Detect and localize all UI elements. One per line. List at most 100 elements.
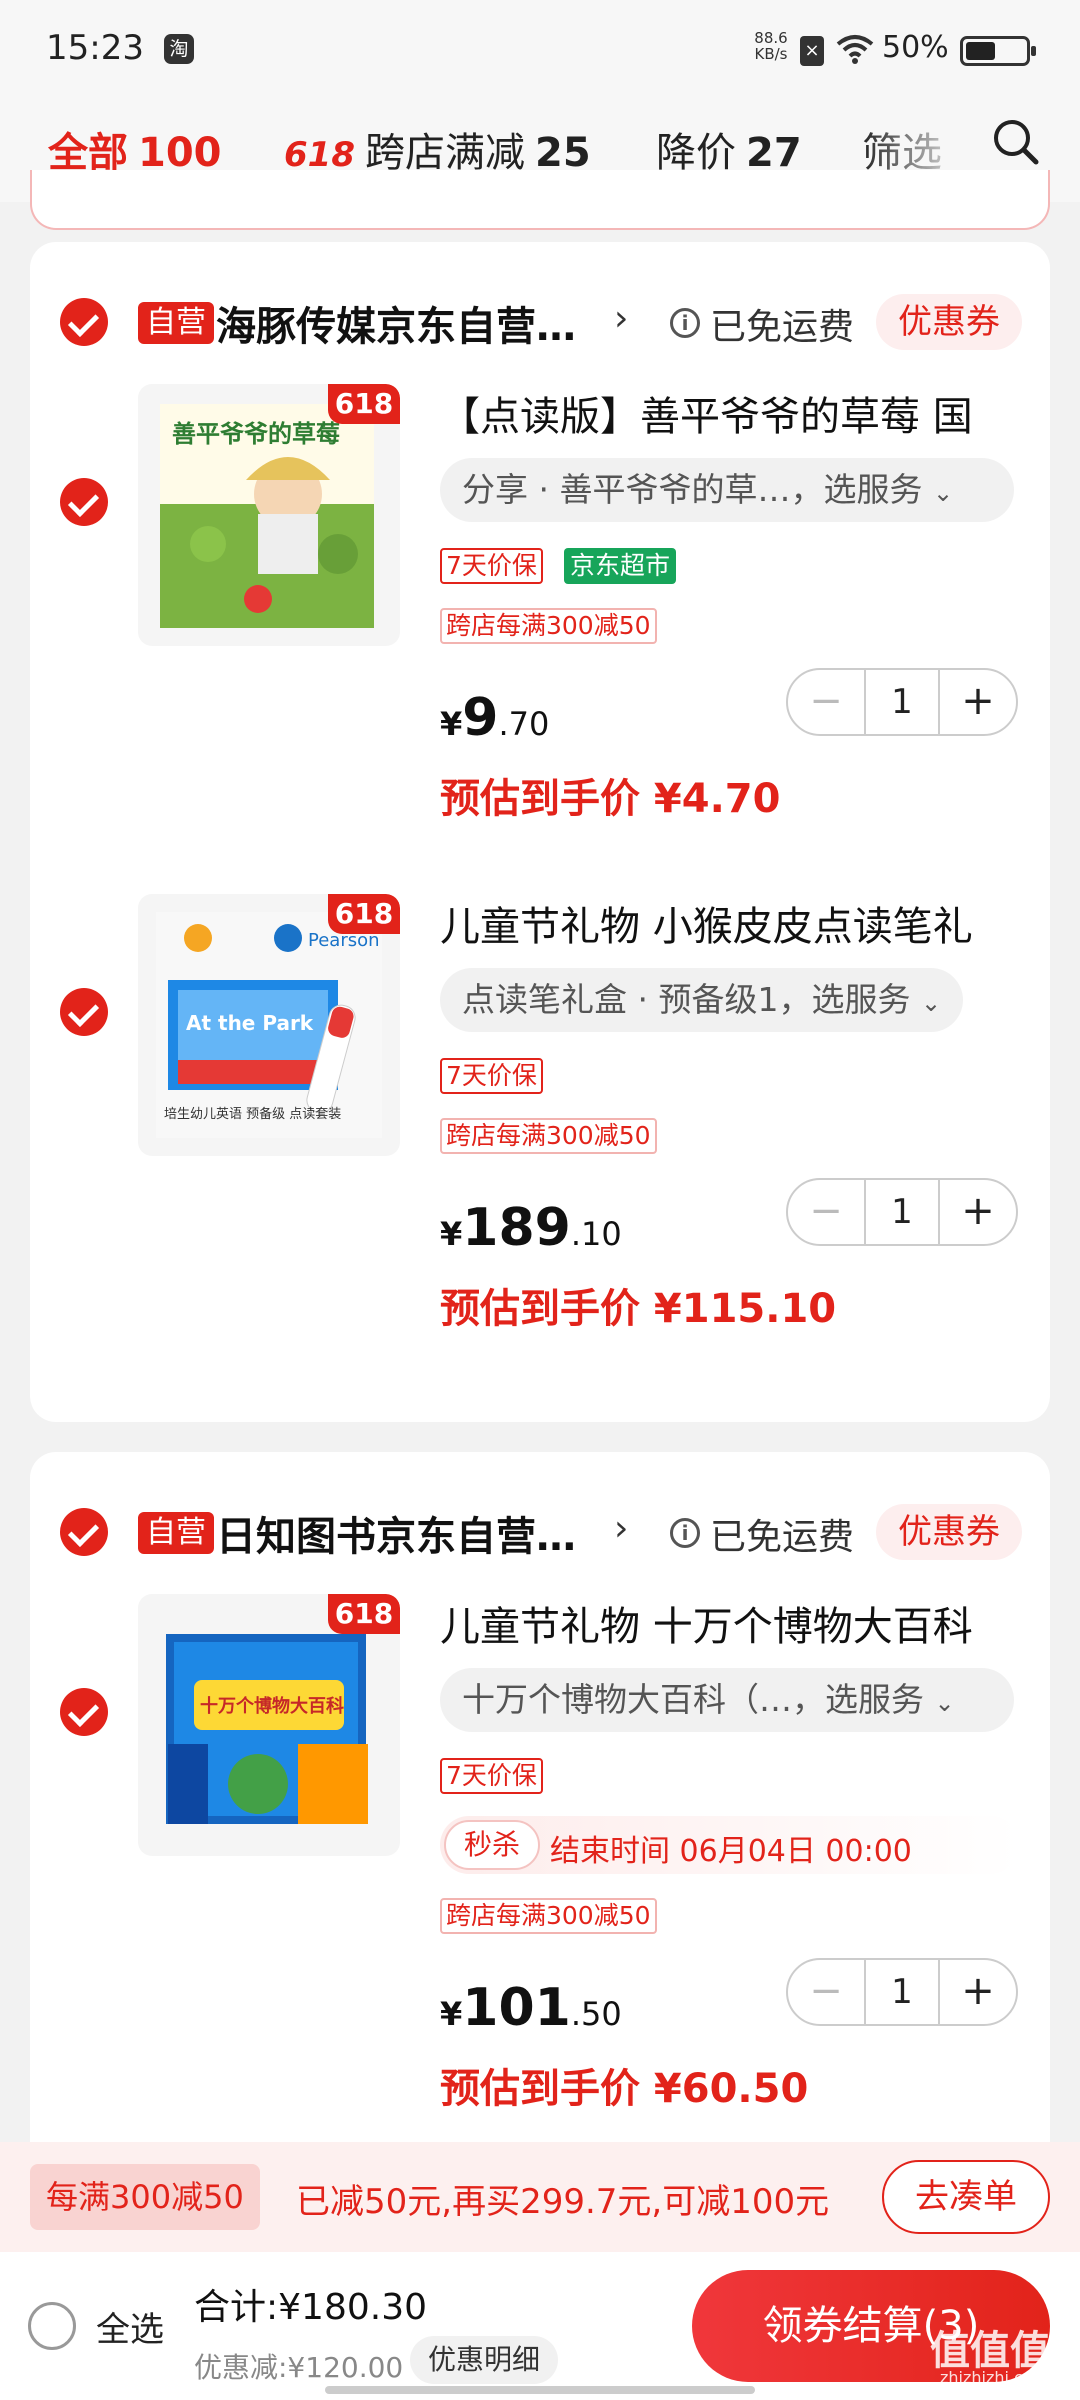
info-icon[interactable]: i	[670, 1518, 700, 1548]
618-badge: 618	[328, 384, 400, 424]
price-integer: 101	[462, 1978, 571, 2038]
estimated-price: 预估到手价 ¥60.50	[440, 2066, 809, 2112]
status-time: 15:23	[46, 28, 144, 68]
spec-selector[interactable]: 十万个博物大百科（…，选服务 ⌄	[440, 1668, 1014, 1732]
increment-button[interactable]: +	[940, 1960, 1016, 2024]
shipping-status: 已免运费	[710, 1517, 855, 1558]
battery-percent: 50%	[882, 30, 949, 65]
price-decimal: .10	[570, 1215, 622, 1253]
shop-header: 自营 日知图书京东自营… › i 已免运费 优惠券	[30, 1452, 1050, 1560]
cross-store-promo-tag: 跨店每满300减50	[440, 1898, 657, 1934]
price-decimal: .50	[570, 1995, 622, 2033]
coupon-button[interactable]: 优惠券	[876, 1504, 1022, 1560]
flash-sale-label: 秒杀	[444, 1820, 540, 1870]
shop-card: 自营 日知图书京东自营… › i 已免运费 优惠券 十万个博物大百科 618 儿…	[30, 1452, 1050, 2172]
product-title[interactable]: 【点读版】善平爷爷的草莓 国	[440, 384, 1010, 442]
quantity-value[interactable]: 1	[864, 1960, 940, 2024]
increment-button[interactable]: +	[940, 670, 1016, 734]
promo-progress-text: 已减50元,再买299.7元,可减100元	[296, 2182, 830, 2222]
discount-amount: 优惠减:¥120.00	[194, 2351, 404, 2384]
price-protect-tag: 7天价保	[440, 1058, 543, 1094]
no-sim-icon: ×	[800, 36, 824, 66]
chevron-down-icon: ⌄	[934, 1689, 955, 1717]
total-price: 合计:¥180.30	[194, 2287, 427, 2328]
flash-sale-bar: 秒杀 结束时间 06月04日 00:00	[440, 1816, 1020, 1874]
price-integer: 9	[462, 688, 499, 748]
discount-detail-button[interactable]: 优惠明细	[410, 2336, 559, 2384]
price-protect-tag: 7天价保	[440, 548, 543, 584]
book-cover-title: 善平爷爷的草莓	[172, 420, 340, 448]
decrement-button[interactable]: −	[788, 1180, 864, 1244]
shop-checkbox[interactable]	[60, 1508, 108, 1556]
watermark-url: zhizhizhi.com	[940, 2368, 1049, 2387]
product-price: ¥101.50	[440, 1978, 622, 2038]
checkout-bar: 全选 合计:¥180.30 优惠减:¥120.00 优惠明细 领券结算(3)	[0, 2252, 1080, 2400]
estimated-price: 预估到手价 ¥4.70	[440, 776, 781, 822]
promo-bar: 每满300减50 已减50元,再买299.7元,可减100元 去凑单	[0, 2142, 1080, 2252]
estimated-price: 预估到手价 ¥115.10	[440, 1286, 837, 1332]
product-title[interactable]: 儿童节礼物 小猴皮皮点读笔礼	[440, 894, 1010, 952]
item-checkbox[interactable]	[60, 478, 108, 526]
shipping-status: 已免运费	[710, 307, 855, 348]
chevron-down-icon: ⌄	[920, 989, 942, 1017]
shop-name[interactable]: 海豚传媒京东自营…	[216, 294, 576, 352]
coupon-button[interactable]: 优惠券	[876, 294, 1022, 350]
wifi-icon	[836, 35, 874, 64]
decrement-button[interactable]: −	[788, 1960, 864, 2024]
self-operated-badge: 自营	[138, 1512, 214, 1554]
chevron-right-icon[interactable]: ›	[614, 298, 628, 339]
battery-icon	[960, 36, 1036, 66]
chevron-right-icon[interactable]: ›	[614, 1508, 628, 1549]
618-badge: 618	[328, 894, 400, 934]
item-checkbox[interactable]	[60, 988, 108, 1036]
item-checkbox[interactable]	[60, 1688, 108, 1736]
self-operated-badge: 自营	[138, 302, 214, 344]
quantity-value[interactable]: 1	[864, 670, 940, 734]
shop-card: 自营 海豚传媒京东自营… › i 已免运费 优惠券 善平爷爷的草莓 618 【点…	[30, 242, 1050, 1422]
battery-fill	[966, 42, 995, 60]
add-more-button[interactable]: 去凑单	[882, 2160, 1050, 2234]
quantity-stepper: − 1 +	[786, 1958, 1018, 2026]
box-title-text: 十万个博物大百科	[200, 1695, 344, 1717]
currency-symbol: ¥	[440, 1995, 463, 2033]
quantity-stepper: − 1 +	[786, 668, 1018, 736]
product-price: ¥189.10	[440, 1198, 622, 1258]
spec-selector[interactable]: 分享 · 善平爷爷的草…，选服务 ⌄	[440, 458, 1014, 522]
product-image[interactable]: 善平爷爷的草莓 618	[138, 384, 400, 646]
select-all-label[interactable]: 全选	[96, 2302, 164, 2351]
618-badge: 618	[328, 1594, 400, 1634]
spec-selector[interactable]: 点读笔礼盒 · 预备级1，选服务 ⌄	[440, 968, 964, 1032]
price-decimal: .70	[498, 705, 550, 743]
spec-text: 十万个博物大百科（…，选服务	[462, 1680, 924, 1719]
currency-symbol: ¥	[440, 1215, 463, 1253]
info-icon[interactable]: i	[670, 308, 700, 338]
promo-rule-tag: 每满300减50	[30, 2164, 260, 2230]
price-integer: 189	[462, 1198, 571, 1258]
increment-button[interactable]: +	[940, 1180, 1016, 1244]
home-indicator[interactable]	[325, 2386, 755, 2394]
product-title[interactable]: 儿童节礼物 十万个博物大百科	[440, 1594, 1010, 1652]
spec-text: 点读笔礼盒 · 预备级1，选服务	[462, 980, 911, 1019]
decrement-button[interactable]: −	[788, 670, 864, 734]
chevron-down-icon: ⌄	[932, 479, 954, 507]
network-speed-value: 88.6	[754, 29, 788, 47]
price-protect-tag: 7天价保	[440, 1758, 543, 1794]
network-speed-unit: KB/s	[754, 45, 788, 63]
search-icon[interactable]	[990, 116, 1040, 166]
cross-store-promo-tag: 跨店每满300减50	[440, 1118, 657, 1154]
shop-checkbox[interactable]	[60, 298, 108, 346]
previous-card-bottom	[30, 170, 1050, 230]
product-image[interactable]: 十万个博物大百科 618	[138, 1594, 400, 1856]
618-badge: 618	[284, 135, 355, 175]
flash-sale-end-time: 结束时间 06月04日 00:00	[550, 1834, 912, 1869]
jd-supermarket-tag: 京东超市	[564, 548, 677, 584]
network-speed: 88.6 KB/s	[748, 30, 794, 62]
shop-name[interactable]: 日知图书京东自营…	[216, 1504, 576, 1562]
quantity-value[interactable]: 1	[864, 1180, 940, 1244]
currency-symbol: ¥	[440, 705, 463, 743]
select-all-checkbox[interactable]	[28, 2302, 76, 2350]
spec-text: 分享 · 善平爷爷的草…，选服务	[462, 470, 923, 509]
product-image[interactable]: Pearson At the Park 培生幼儿英语 预备级 点读套装 618	[138, 894, 400, 1156]
quantity-stepper: − 1 +	[786, 1178, 1018, 1246]
book-title-text: At the Park	[186, 1011, 314, 1035]
